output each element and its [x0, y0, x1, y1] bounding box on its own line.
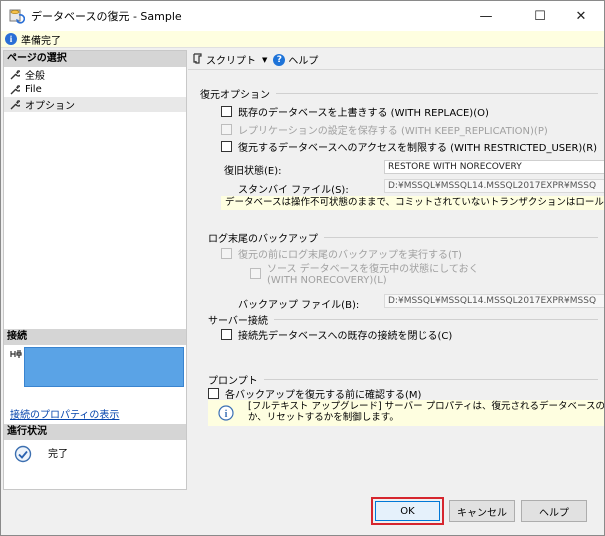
- page-item-options[interactable]: オプション: [4, 97, 186, 112]
- status-text: 準備完了: [21, 35, 61, 47]
- tail-log-group-title: ログ末尾のバックアップ: [208, 230, 598, 245]
- help-bottom-button[interactable]: ヘルプ: [521, 500, 587, 522]
- status-bar: i 準備完了: [1, 31, 604, 48]
- maximize-button[interactable]: ☐: [517, 1, 563, 31]
- info-icon: i: [218, 405, 234, 425]
- group-title-text: ログ末尾のバックアップ: [208, 234, 318, 245]
- page-label: 全般: [25, 71, 45, 82]
- restricted-user-checkbox[interactable]: 復元するデータベースへのアクセスを制限する (WITH RESTRICTED_U…: [221, 139, 597, 154]
- group-title-text: 復元オプション: [200, 90, 270, 101]
- help-label: ヘルプ: [288, 56, 319, 67]
- recovery-note: データベースは操作不可状態のままで、コミットされていないトランザクションはロール…: [221, 196, 604, 210]
- ok-button[interactable]: OK: [375, 501, 440, 521]
- page-item-file[interactable]: File: [4, 82, 186, 97]
- confirm-each-backup-checkbox[interactable]: 各バックアップを復元する前に確認する(M): [208, 386, 421, 401]
- title-bar: データベースの復元 - Sample — ☐ ✕: [1, 1, 604, 31]
- toolbar: スクリプト ▼ ? ヘルプ: [188, 50, 604, 70]
- pages-header: ページの選択: [4, 51, 186, 67]
- wrench-icon: [10, 69, 22, 80]
- page-label: オプション: [25, 101, 75, 112]
- server-connections-group-title: サーバー接続: [208, 312, 598, 327]
- wrench-icon: [10, 99, 22, 110]
- page-label: File: [25, 84, 42, 95]
- ok-highlight-frame: OK: [371, 497, 444, 525]
- checkbox-label: 復元の前にログ末尾のバックアップを実行する(T): [238, 250, 462, 261]
- svg-text:i: i: [225, 409, 228, 420]
- help-icon: ?: [273, 53, 286, 66]
- backup-file-label: バックアップ ファイル(B):: [238, 300, 360, 311]
- connection-details-box: [24, 347, 184, 387]
- overwrite-checkbox[interactable]: 既存のデータベースを上書きする (WITH REPLACE)(O): [221, 104, 489, 119]
- group-title-text: プロンプト: [208, 376, 258, 387]
- chevron-down-icon: ▼: [262, 55, 268, 64]
- keep-replication-checkbox: レプリケーションの設定を保存する (WITH KEEP_REPLICATION)…: [221, 122, 548, 137]
- help-button[interactable]: ? ヘルプ: [273, 52, 318, 67]
- script-button[interactable]: スクリプト ▼: [192, 52, 267, 67]
- left-pane: ページの選択 全般 File オプション 接続 接続のプロパティの表示 進行状況: [3, 50, 187, 490]
- backup-file-field: D:¥MSSQL¥MSSQL14.MSSQL2017EXPR¥MSSQ: [384, 294, 604, 308]
- standby-file-label: スタンバイ ファイル(S):: [238, 185, 349, 196]
- checkbox-label: レプリケーションの設定を保存する (WITH KEEP_REPLICATION)…: [238, 126, 548, 137]
- tail-log-backup-checkbox: 復元の前にログ末尾のバックアップを実行する(T): [221, 246, 462, 261]
- info-icon: i: [5, 33, 17, 45]
- recovery-state-dropdown[interactable]: RESTORE WITH NORECOVERY: [384, 160, 604, 174]
- fulltext-info-line2: か、リセットするかを制御します。: [248, 412, 399, 423]
- minimize-button[interactable]: —: [463, 1, 509, 31]
- fulltext-info-line1: [フルテキスト アップグレード] サーバー プロパティは、復元されるデータベース…: [248, 401, 604, 412]
- checkbox-label: ソース データベースを復元中の状態にしておく: [267, 264, 479, 275]
- script-icon: [192, 52, 203, 67]
- server-connection-icon: [10, 349, 22, 362]
- restore-database-dialog: データベースの復元 - Sample — ☐ ✕ i 準備完了 ページの選択 全…: [0, 0, 605, 536]
- recovery-state-label: 復旧状態(E):: [224, 166, 282, 177]
- cancel-button[interactable]: キャンセル: [449, 500, 515, 522]
- check-circle-icon: [14, 445, 32, 466]
- checkbox-label-2: (WITH NORECOVERY)(L): [267, 275, 387, 286]
- options-pane: スクリプト ▼ ? ヘルプ 復元オプション 既存のデータベースを上書きする (W…: [188, 50, 604, 490]
- checkbox-label: 既存のデータベースを上書きする (WITH REPLACE)(O): [238, 108, 489, 119]
- close-button[interactable]: ✕: [558, 1, 604, 31]
- prompt-group-title: プロンプト: [208, 372, 598, 387]
- page-item-general[interactable]: 全般: [4, 67, 186, 82]
- restore-options-group-title: 復元オプション: [200, 86, 598, 101]
- connection-properties-link[interactable]: 接続のプロパティの表示: [10, 406, 119, 421]
- progress-text: 完了: [48, 449, 68, 460]
- group-title-text: サーバー接続: [208, 316, 268, 327]
- leave-restoring-checkbox: ソース データベースを復元中の状態にしておく (WITH NORECOVERY)…: [250, 264, 479, 286]
- connection-header: 接続: [4, 329, 186, 345]
- wrench-icon: [10, 84, 22, 95]
- checkbox-label: 各バックアップを復元する前に確認する(M): [225, 390, 422, 401]
- progress-header: 進行状況: [4, 424, 186, 440]
- standby-file-field: D:¥MSSQL¥MSSQL14.MSSQL2017EXPR¥MSSQ: [384, 179, 604, 193]
- fulltext-info-box: i [フルテキスト アップグレード] サーバー プロパティは、復元されるデータベ…: [208, 400, 604, 426]
- database-restore-icon: [9, 8, 26, 24]
- script-label: スクリプト: [206, 56, 256, 67]
- checkbox-label: 接続先データベースへの既存の接続を閉じる(C): [238, 331, 453, 342]
- window-title: データベースの復元 - Sample: [31, 10, 182, 23]
- close-connections-checkbox[interactable]: 接続先データベースへの既存の接続を閉じる(C): [221, 327, 452, 342]
- checkbox-label: 復元するデータベースへのアクセスを制限する (WITH RESTRICTED_U…: [238, 143, 598, 154]
